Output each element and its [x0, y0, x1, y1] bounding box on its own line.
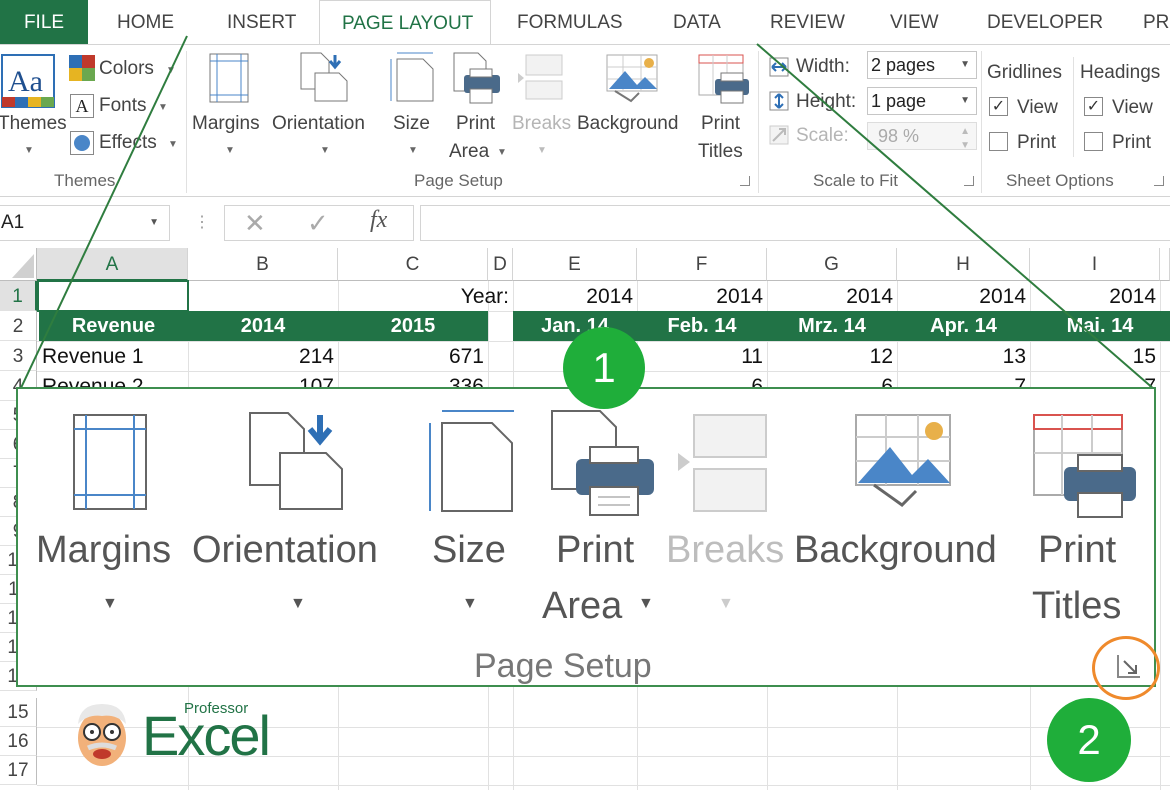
zoom-print-titles-line2: Titles: [1032, 585, 1122, 627]
zoom-orientation-label: Orientation: [192, 529, 378, 571]
page-setup-zoom-callout: Margins ▼ Orientation ▼ Size ▼ Print Are…: [16, 387, 1156, 687]
chevron-down-icon: ▼: [462, 595, 478, 612]
zoom-print-label: Print: [556, 529, 635, 571]
print-area-icon: [548, 407, 658, 519]
zoom-size-label: Size: [432, 529, 506, 571]
orientation-icon: [246, 409, 346, 513]
size-icon: [426, 407, 516, 513]
chevron-down-icon: ▼: [102, 595, 118, 612]
print-titles-icon: [1032, 413, 1140, 521]
step-badge-2: 2: [1047, 698, 1131, 782]
zoom-page-setup-label: Page Setup: [474, 647, 652, 685]
zoom-background-label: Background: [794, 529, 997, 571]
zoom-area-label: Area: [542, 585, 623, 627]
zoom-breaks-label: Breaks: [666, 529, 785, 571]
step-badge-1: 1: [563, 327, 645, 409]
logo-excel-text: Excel: [142, 704, 271, 767]
professor-logo-icon: [70, 700, 134, 770]
zoom-print-titles-line1: Print: [1038, 529, 1117, 571]
background-icon: [854, 413, 954, 513]
margins-icon: [72, 413, 148, 511]
chevron-down-icon: ▼: [718, 595, 734, 612]
zoom-margins-label: Margins: [36, 529, 172, 571]
professor-excel-logo: Professor Excel: [142, 700, 280, 770]
highlight-ring: [1092, 636, 1160, 700]
chevron-down-icon: ▼: [290, 595, 306, 612]
chevron-down-icon: ▼: [638, 595, 654, 612]
breaks-icon: [676, 413, 768, 513]
